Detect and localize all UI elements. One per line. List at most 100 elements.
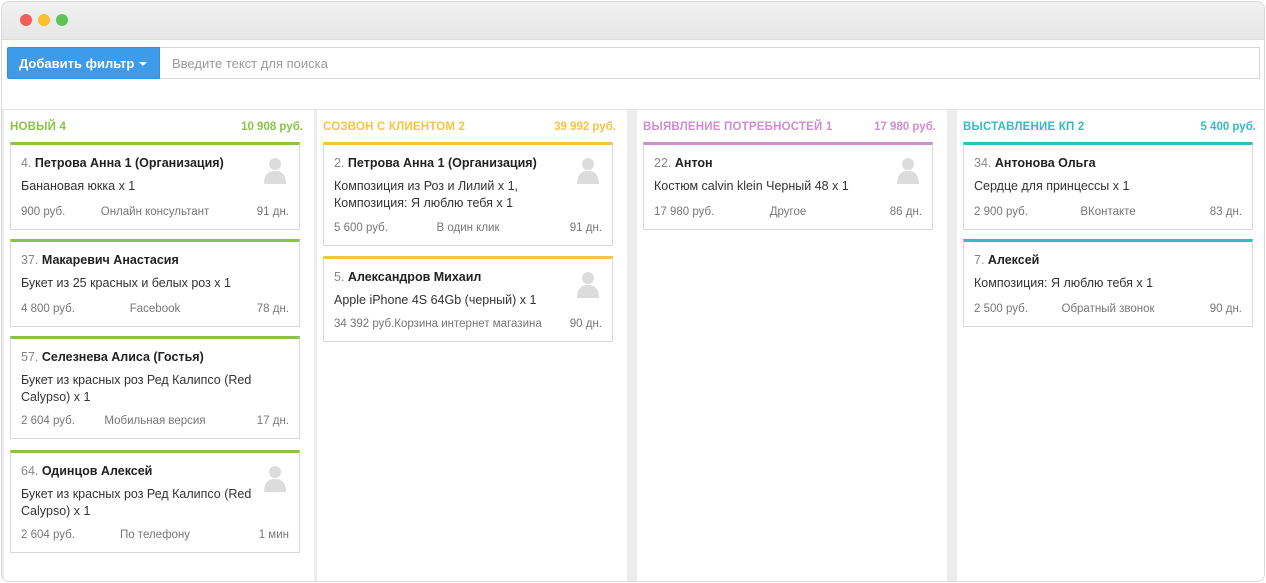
client-name[interactable]: Селезнева Алиса (Гостья) bbox=[42, 350, 204, 364]
search-input[interactable] bbox=[160, 47, 1260, 79]
title-bar bbox=[2, 2, 1264, 40]
card-footer: 2 500 руб. Обратный звонок 90 дн. bbox=[974, 303, 1242, 317]
card-product: Композиция из Роз и Лилий x 1, Композици… bbox=[334, 179, 519, 210]
column-sum: 39 992 руб. bbox=[554, 121, 616, 133]
client-name[interactable]: Петрова Анна 1 (Организация) bbox=[348, 156, 537, 170]
client-name[interactable]: Алексей bbox=[988, 253, 1039, 267]
column-sum: 17 980 руб. bbox=[874, 121, 936, 133]
card-age: 90 дн. bbox=[1209, 303, 1242, 315]
user-avatar-icon bbox=[577, 270, 599, 298]
column-title: Выставление КП 2 bbox=[963, 121, 1085, 133]
card-age: 91 дн. bbox=[256, 206, 289, 218]
card-product: Букет из красных роз Ред Калипсо (Red Ca… bbox=[21, 373, 252, 404]
card-product: Apple iPhone 4S 64Gb (черный) x 1 bbox=[334, 293, 537, 307]
client-name[interactable]: Макаревич Анастасия bbox=[42, 253, 179, 267]
card-age: 17 дн. bbox=[256, 415, 289, 427]
column-title: Созвон с клиентом 2 bbox=[323, 121, 466, 133]
close-window-icon[interactable] bbox=[20, 14, 32, 26]
card-product: Костюм calvin klein Черный 48 x 1 bbox=[654, 179, 849, 193]
client-name[interactable]: Антонова Ольга bbox=[995, 156, 1096, 170]
card-footer: 900 руб. Онлайн консультант 91 дн. bbox=[21, 206, 289, 220]
card-title: 64. Одинцов Алексей bbox=[21, 464, 152, 478]
card-id: 7. bbox=[974, 253, 985, 267]
card-id: 22. bbox=[654, 156, 672, 170]
deal-card[interactable]: 7. Алексей Композиция: Я люблю тебя x 1 2 … bbox=[963, 239, 1253, 327]
kanban-column: Выставление КП 2 5 400 руб. 34. Антонова О… bbox=[957, 110, 1264, 581]
card-product: Букет из 25 красных и белых роз x 1 bbox=[21, 276, 231, 290]
add-filter-label: Добавить фильтр bbox=[19, 55, 135, 71]
add-filter-button[interactable]: Добавить фильтр bbox=[7, 47, 160, 79]
card-product: Сердце для принцессы x 1 bbox=[974, 179, 1130, 193]
card-title: 57. Селезнева Алиса (Гостья) bbox=[21, 350, 204, 364]
card-footer: 2 900 руб. ВКонтакте 83 дн. bbox=[974, 206, 1242, 220]
card-product: Банановая юкка x 1 bbox=[21, 179, 136, 193]
card-footer: 4 800 руб. Facebook 78 дн. bbox=[21, 303, 289, 317]
user-avatar-icon bbox=[264, 464, 286, 492]
card-source: Корзина интернет магазина bbox=[394, 318, 542, 330]
column-header: Выявление потребностей 1 17 980 руб. bbox=[637, 110, 947, 142]
user-avatar-icon bbox=[264, 156, 286, 184]
card-id: 64. bbox=[21, 464, 39, 478]
card-title: 2. Петрова Анна 1 (Организация) bbox=[334, 156, 537, 170]
user-avatar-icon bbox=[897, 156, 919, 184]
client-name[interactable]: Одинцов Алексей bbox=[42, 464, 153, 478]
client-name[interactable]: Петрова Анна 1 (Организация) bbox=[35, 156, 224, 170]
card-footer: 5 600 руб. В один клик 91 дн. bbox=[334, 222, 602, 236]
card-source: Мобильная версия bbox=[104, 415, 206, 427]
card-id: 37. bbox=[21, 253, 39, 267]
app-window: Добавить фильтр Новый 4 10 908 руб. 4. Пет… bbox=[1, 1, 1265, 582]
card-source: В один клик bbox=[436, 222, 500, 234]
client-name[interactable]: Антон bbox=[675, 156, 713, 170]
card-product: Композиция: Я люблю тебя x 1 bbox=[974, 276, 1154, 290]
deal-card[interactable]: 2. Петрова Анна 1 (Организация) Композици… bbox=[323, 142, 613, 246]
card-product: Букет из красных роз Ред Калипсо (Red Ca… bbox=[21, 487, 252, 518]
card-source: ВКонтакте bbox=[1080, 206, 1136, 218]
column-title: Новый 4 bbox=[10, 121, 67, 133]
card-age: 86 дн. bbox=[889, 206, 922, 218]
deal-card[interactable]: 4. Петрова Анна 1 (Организация) Банановая… bbox=[10, 142, 300, 230]
card-source: Другое bbox=[769, 206, 807, 218]
user-avatar-icon bbox=[577, 156, 599, 184]
card-age: 83 дн. bbox=[1209, 206, 1242, 218]
card-footer: 34 392 руб. Корзина интернет магазина 90 д… bbox=[334, 318, 602, 332]
card-id: 5. bbox=[334, 270, 345, 284]
card-id: 4. bbox=[21, 156, 32, 170]
column-title: Выявление потребностей 1 bbox=[643, 121, 833, 133]
card-age: 1 мин bbox=[258, 529, 289, 541]
deal-card[interactable]: 57. Селезнева Алиса (Гостья) Букет из кра… bbox=[10, 336, 300, 439]
kanban-column: Созвон с клиентом 2 39 992 руб. 2. Петрова… bbox=[317, 110, 627, 581]
card-id: 57. bbox=[21, 350, 39, 364]
deal-card[interactable]: 5. Александров Михаил Apple iPhone 4S 64G… bbox=[323, 256, 613, 342]
column-sum: 10 908 руб. bbox=[241, 121, 303, 133]
card-title: 22. Антон bbox=[654, 156, 713, 170]
card-title: 37. Макаревич Анастасия bbox=[21, 253, 179, 267]
card-id: 2. bbox=[334, 156, 345, 170]
deal-card[interactable]: 22. Антон Костюм calvin klein Черный 48 x… bbox=[643, 142, 933, 230]
deal-card[interactable]: 64. Одинцов Алексей Букет из красных роз … bbox=[10, 450, 300, 553]
card-age: 78 дн. bbox=[256, 303, 289, 315]
card-source: По телефону bbox=[119, 529, 191, 541]
kanban-column: Новый 4 10 908 руб. 4. Петрова Анна 1 (Орг… bbox=[4, 110, 314, 581]
column-sum: 5 400 руб. bbox=[1200, 121, 1256, 133]
deal-card[interactable]: 34. Антонова Ольга Сердце для принцессы x… bbox=[963, 142, 1253, 230]
kanban-column: Выявление потребностей 1 17 980 руб. 22. А… bbox=[637, 110, 947, 581]
kanban-board: Новый 4 10 908 руб. 4. Петрова Анна 1 (Орг… bbox=[2, 110, 1264, 581]
column-header: Выставление КП 2 5 400 руб. bbox=[957, 110, 1264, 142]
card-id: 34. bbox=[974, 156, 992, 170]
card-title: 5. Александров Михаил bbox=[334, 270, 481, 284]
caret-down-icon bbox=[139, 62, 148, 67]
deal-card[interactable]: 37. Макаревич Анастасия Букет из 25 красн… bbox=[10, 239, 300, 327]
client-name[interactable]: Александров Михаил bbox=[348, 270, 481, 284]
column-header: Созвон с клиентом 2 39 992 руб. bbox=[317, 110, 627, 142]
card-footer: 17 980 руб. Другое 86 дн. bbox=[654, 206, 922, 220]
card-source: Онлайн консультант bbox=[100, 206, 210, 218]
card-age: 90 дн. bbox=[569, 318, 602, 330]
card-source: Facebook bbox=[129, 303, 181, 315]
card-age: 91 дн. bbox=[569, 222, 602, 234]
toolbar: Добавить фильтр bbox=[2, 40, 1264, 110]
card-title: 34. Антонова Ольга bbox=[974, 156, 1096, 170]
maximize-window-icon[interactable] bbox=[56, 14, 68, 26]
card-footer: 2 604 руб. Мобильная версия 17 дн. bbox=[21, 415, 289, 429]
card-title: 7. Алексей bbox=[974, 253, 1039, 267]
minimize-window-icon[interactable] bbox=[38, 14, 50, 26]
